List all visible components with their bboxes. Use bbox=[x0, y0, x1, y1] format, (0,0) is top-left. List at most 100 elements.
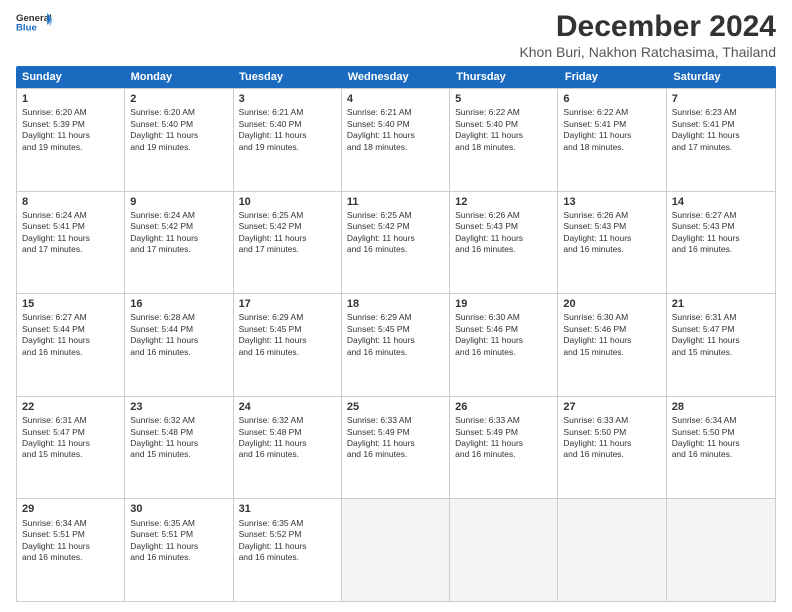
day-number: 14 bbox=[672, 195, 770, 209]
day-number: 1 bbox=[22, 92, 119, 106]
day-info: Sunrise: 6:22 AM Sunset: 5:40 PM Dayligh… bbox=[455, 107, 552, 153]
day-cell-3: 3Sunrise: 6:21 AM Sunset: 5:40 PM Daylig… bbox=[234, 89, 342, 191]
week-row-2: 8Sunrise: 6:24 AM Sunset: 5:41 PM Daylig… bbox=[17, 191, 775, 294]
week-row-5: 29 Sunrise: 6:34 AM Sunset: 5:51 PM Dayli… bbox=[17, 498, 775, 601]
day-number: 23 bbox=[130, 400, 227, 414]
day-info: Sunrise: 6:33 AM Sunset: 5:49 PM Dayligh… bbox=[455, 415, 552, 461]
day-header-saturday: Saturday bbox=[667, 66, 776, 88]
location: Khon Buri, Nakhon Ratchasima, Thailand bbox=[519, 44, 776, 60]
day-number: 17 bbox=[239, 297, 336, 311]
day-info: Sunrise: 6:29 AM Sunset: 5:45 PM Dayligh… bbox=[239, 312, 336, 358]
day-cell-24: 24Sunrise: 6:32 AM Sunset: 5:48 PM Dayli… bbox=[234, 397, 342, 499]
day-cell-23: 23Sunrise: 6:32 AM Sunset: 5:48 PM Dayli… bbox=[125, 397, 233, 499]
day-cell-7: 7Sunrise: 6:23 AM Sunset: 5:41 PM Daylig… bbox=[667, 89, 775, 191]
day-info: Sunrise: 6:35 AM Sunset: 5:52 PM Dayligh… bbox=[239, 518, 336, 564]
day-info: Sunrise: 6:26 AM Sunset: 5:43 PM Dayligh… bbox=[563, 210, 660, 256]
day-cell-17: 17Sunrise: 6:29 AM Sunset: 5:45 PM Dayli… bbox=[234, 294, 342, 396]
day-info: Sunrise: 6:31 AM Sunset: 5:47 PM Dayligh… bbox=[22, 415, 119, 461]
day-cell-9: 9Sunrise: 6:24 AM Sunset: 5:42 PM Daylig… bbox=[125, 192, 233, 294]
day-header-thursday: Thursday bbox=[450, 66, 559, 88]
day-header-tuesday: Tuesday bbox=[233, 66, 342, 88]
day-info: Sunrise: 6:20 AM Sunset: 5:39 PM Dayligh… bbox=[22, 107, 119, 153]
day-number: 28 bbox=[672, 400, 770, 414]
empty-cell bbox=[667, 499, 775, 601]
calendar: SundayMondayTuesdayWednesdayThursdayFrid… bbox=[16, 66, 776, 602]
empty-cell bbox=[342, 499, 450, 601]
empty-cell bbox=[558, 499, 666, 601]
day-number: 21 bbox=[672, 297, 770, 311]
logo: General Blue bbox=[16, 10, 52, 34]
day-cell-29: 29 Sunrise: 6:34 AM Sunset: 5:51 PM Dayli… bbox=[17, 499, 125, 601]
day-cell-27: 27Sunrise: 6:33 AM Sunset: 5:50 PM Dayli… bbox=[558, 397, 666, 499]
day-cell-1: 1Sunrise: 6:20 AM Sunset: 5:39 PM Daylig… bbox=[17, 89, 125, 191]
day-info: Sunrise: 6:24 AM Sunset: 5:42 PM Dayligh… bbox=[130, 210, 227, 256]
day-header-sunday: Sunday bbox=[16, 66, 125, 88]
day-number: 22 bbox=[22, 400, 119, 414]
calendar-body: 1Sunrise: 6:20 AM Sunset: 5:39 PM Daylig… bbox=[16, 88, 776, 602]
day-info: Sunrise: 6:22 AM Sunset: 5:41 PM Dayligh… bbox=[563, 107, 660, 153]
day-info: Sunrise: 6:26 AM Sunset: 5:43 PM Dayligh… bbox=[455, 210, 552, 256]
day-cell-13: 13Sunrise: 6:26 AM Sunset: 5:43 PM Dayli… bbox=[558, 192, 666, 294]
header: General Blue December 2024 Khon Buri, Na… bbox=[16, 10, 776, 60]
day-cell-22: 22Sunrise: 6:31 AM Sunset: 5:47 PM Dayli… bbox=[17, 397, 125, 499]
day-info: Sunrise: 6:27 AM Sunset: 5:43 PM Dayligh… bbox=[672, 210, 770, 256]
week-row-3: 15Sunrise: 6:27 AM Sunset: 5:44 PM Dayli… bbox=[17, 293, 775, 396]
day-info: Sunrise: 6:31 AM Sunset: 5:47 PM Dayligh… bbox=[672, 312, 770, 358]
day-cell-6: 6Sunrise: 6:22 AM Sunset: 5:41 PM Daylig… bbox=[558, 89, 666, 191]
day-number: 10 bbox=[239, 195, 336, 209]
day-header-wednesday: Wednesday bbox=[342, 66, 451, 88]
day-info: Sunrise: 6:27 AM Sunset: 5:44 PM Dayligh… bbox=[22, 312, 119, 358]
day-info: Sunrise: 6:34 AM Sunset: 5:50 PM Dayligh… bbox=[672, 415, 770, 461]
day-cell-4: 4Sunrise: 6:21 AM Sunset: 5:40 PM Daylig… bbox=[342, 89, 450, 191]
day-number: 4 bbox=[347, 92, 444, 106]
month-title: December 2024 bbox=[519, 10, 776, 44]
day-number: 18 bbox=[347, 297, 444, 311]
day-cell-30: 30 Sunrise: 6:35 AM Sunset: 5:51 PM Dayli… bbox=[125, 499, 233, 601]
svg-text:Blue: Blue bbox=[16, 22, 37, 33]
day-cell-26: 26Sunrise: 6:33 AM Sunset: 5:49 PM Dayli… bbox=[450, 397, 558, 499]
day-number: 25 bbox=[347, 400, 444, 414]
day-number: 16 bbox=[130, 297, 227, 311]
day-number: 9 bbox=[130, 195, 227, 209]
day-cell-2: 2Sunrise: 6:20 AM Sunset: 5:40 PM Daylig… bbox=[125, 89, 233, 191]
day-info: Sunrise: 6:25 AM Sunset: 5:42 PM Dayligh… bbox=[347, 210, 444, 256]
empty-cell bbox=[450, 499, 558, 601]
day-info: Sunrise: 6:35 AM Sunset: 5:51 PM Dayligh… bbox=[130, 518, 227, 564]
day-info: Sunrise: 6:34 AM Sunset: 5:51 PM Dayligh… bbox=[22, 518, 119, 564]
day-cell-11: 11Sunrise: 6:25 AM Sunset: 5:42 PM Dayli… bbox=[342, 192, 450, 294]
day-info: Sunrise: 6:20 AM Sunset: 5:40 PM Dayligh… bbox=[130, 107, 227, 153]
day-info: Sunrise: 6:28 AM Sunset: 5:44 PM Dayligh… bbox=[130, 312, 227, 358]
day-info: Sunrise: 6:30 AM Sunset: 5:46 PM Dayligh… bbox=[455, 312, 552, 358]
day-cell-31: 31 Sunrise: 6:35 AM Sunset: 5:52 PM Dayli… bbox=[234, 499, 342, 601]
day-cell-8: 8Sunrise: 6:24 AM Sunset: 5:41 PM Daylig… bbox=[17, 192, 125, 294]
day-number: 5 bbox=[455, 92, 552, 106]
day-cell-5: 5Sunrise: 6:22 AM Sunset: 5:40 PM Daylig… bbox=[450, 89, 558, 191]
day-cell-18: 18Sunrise: 6:29 AM Sunset: 5:45 PM Dayli… bbox=[342, 294, 450, 396]
day-number: 2 bbox=[130, 92, 227, 106]
day-cell-21: 21Sunrise: 6:31 AM Sunset: 5:47 PM Dayli… bbox=[667, 294, 775, 396]
page: General Blue December 2024 Khon Buri, Na… bbox=[0, 0, 792, 612]
day-cell-12: 12Sunrise: 6:26 AM Sunset: 5:43 PM Dayli… bbox=[450, 192, 558, 294]
day-info: Sunrise: 6:32 AM Sunset: 5:48 PM Dayligh… bbox=[239, 415, 336, 461]
day-info: Sunrise: 6:23 AM Sunset: 5:41 PM Dayligh… bbox=[672, 107, 770, 153]
day-cell-15: 15Sunrise: 6:27 AM Sunset: 5:44 PM Dayli… bbox=[17, 294, 125, 396]
day-number: 29 bbox=[22, 502, 119, 516]
day-number: 11 bbox=[347, 195, 444, 209]
day-number: 31 bbox=[239, 502, 336, 516]
day-number: 27 bbox=[563, 400, 660, 414]
day-number: 20 bbox=[563, 297, 660, 311]
day-number: 8 bbox=[22, 195, 119, 209]
day-info: Sunrise: 6:30 AM Sunset: 5:46 PM Dayligh… bbox=[563, 312, 660, 358]
day-cell-19: 19Sunrise: 6:30 AM Sunset: 5:46 PM Dayli… bbox=[450, 294, 558, 396]
day-info: Sunrise: 6:25 AM Sunset: 5:42 PM Dayligh… bbox=[239, 210, 336, 256]
day-header-friday: Friday bbox=[559, 66, 668, 88]
day-cell-25: 25Sunrise: 6:33 AM Sunset: 5:49 PM Dayli… bbox=[342, 397, 450, 499]
day-number: 15 bbox=[22, 297, 119, 311]
day-info: Sunrise: 6:24 AM Sunset: 5:41 PM Dayligh… bbox=[22, 210, 119, 256]
calendar-header: SundayMondayTuesdayWednesdayThursdayFrid… bbox=[16, 66, 776, 88]
day-number: 7 bbox=[672, 92, 770, 106]
day-number: 30 bbox=[130, 502, 227, 516]
day-info: Sunrise: 6:32 AM Sunset: 5:48 PM Dayligh… bbox=[130, 415, 227, 461]
day-number: 12 bbox=[455, 195, 552, 209]
day-info: Sunrise: 6:33 AM Sunset: 5:50 PM Dayligh… bbox=[563, 415, 660, 461]
